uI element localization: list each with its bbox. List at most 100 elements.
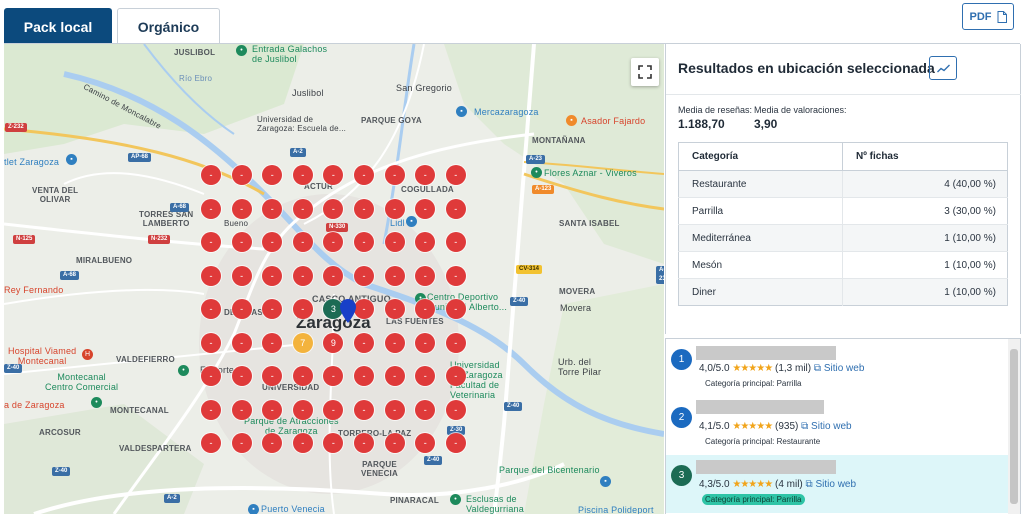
grid-rank-dot[interactable]: -	[384, 265, 405, 286]
grid-rank-dot[interactable]: -	[231, 165, 252, 185]
external-link-icon: ⧉	[801, 421, 809, 432]
fullscreen-button[interactable]	[631, 58, 659, 86]
grid-rank-dot[interactable]: -	[231, 299, 252, 319]
grid-rank-dot[interactable]: 9	[323, 332, 344, 353]
grid-rank-dot[interactable]: -	[354, 198, 374, 219]
pdf-button[interactable]: PDF	[962, 3, 1014, 30]
grid-rank-dot[interactable]: -	[262, 399, 283, 420]
grid-rank-dot[interactable]: -	[292, 198, 313, 219]
count-header: Nº fichas	[842, 142, 1008, 171]
grid-rank-dot[interactable]: -	[201, 332, 221, 353]
grid-rank-dot[interactable]: -	[231, 198, 252, 219]
grid-rank-dot[interactable]: -	[323, 198, 344, 219]
map-label-arcosur: ARCOSUR	[39, 428, 81, 437]
grid-rank-dot[interactable]: -	[354, 332, 374, 353]
map-label-asador: Asador Fajardo	[581, 116, 646, 126]
grid-rank-dot[interactable]: -	[384, 366, 405, 386]
list-item-selected[interactable]: 3 4,3/5.0 ★★★★★ (4 mil) ⧉ Sitio web Cate…	[666, 455, 1009, 513]
grid-rank-dot[interactable]: -	[445, 165, 466, 185]
grid-rank-dot[interactable]: -	[262, 265, 283, 286]
grid-rank-dot[interactable]: -	[292, 265, 313, 286]
grid-rank-dot[interactable]: -	[262, 332, 283, 353]
grid-rank-dot[interactable]: -	[201, 232, 221, 252]
grid-rank-dot[interactable]: -	[292, 165, 313, 185]
grid-rank-dot[interactable]: -	[354, 165, 374, 185]
grid-rank-dot[interactable]: -	[201, 433, 221, 453]
grid-rank-dot[interactable]: -	[201, 399, 221, 420]
rank-badge: 3	[671, 465, 692, 486]
grid-rank-dot[interactable]: -	[201, 265, 221, 286]
score: 4,0/5.0	[699, 363, 730, 374]
grid-rank-dot[interactable]: -	[201, 366, 221, 386]
category-cell: Diner	[678, 278, 843, 306]
website-link[interactable]: Sitio web	[811, 421, 852, 432]
stars-icon: ★★★★★	[732, 363, 773, 374]
grid-rank-dot[interactable]: -	[262, 198, 283, 219]
website-link[interactable]: Sitio web	[815, 479, 856, 490]
tab-pack-local[interactable]: Pack local	[4, 8, 112, 44]
ratings-label: Media de valoraciones:	[754, 105, 847, 115]
bag-icon: ▪	[600, 476, 611, 487]
grid-rank-dot[interactable]: -	[445, 299, 466, 319]
grid-rank-dot[interactable]: 7	[292, 332, 313, 353]
grid-rank-dot[interactable]: -	[445, 366, 466, 386]
grid-rank-dot[interactable]: -	[415, 332, 436, 353]
stars-icon: ★★★★★	[732, 479, 773, 490]
list-item[interactable]: 1 4,0/5.0 ★★★★★ (1,3 mil) ⧉ Sitio web Ca…	[666, 339, 1009, 397]
grid-rank-dot[interactable]: -	[292, 399, 313, 420]
list-item[interactable]: 2 4,1/5.0 ★★★★★ (935) ⧉ Sitio web Catego…	[666, 397, 1009, 455]
map-label-bueno: Bueno	[224, 219, 249, 228]
grid-rank-dot[interactable]: -	[445, 399, 466, 420]
results-list[interactable]: 1 4,0/5.0 ★★★★★ (1,3 mil) ⧉ Sitio web Ca…	[665, 338, 1021, 514]
grid-rank-dot[interactable]: -	[292, 232, 313, 252]
grid-rank-dot[interactable]: -	[231, 265, 252, 286]
grid-rank-dot[interactable]: -	[323, 265, 344, 286]
grid-rank-dot[interactable]: -	[415, 198, 436, 219]
grid-rank-dot[interactable]: -	[384, 198, 405, 219]
grid-rank-dot[interactable]: -	[384, 232, 405, 252]
grid-rank-dot[interactable]: -	[354, 433, 374, 453]
grid-rank-dot[interactable]: -	[354, 299, 374, 319]
grid-rank-dot[interactable]: -	[384, 433, 405, 453]
category-cell: Restaurante	[678, 170, 843, 198]
count-cell: 1 (10,00 %)	[842, 251, 1008, 279]
fullscreen-icon	[638, 65, 652, 79]
grid-rank-dot[interactable]: -	[231, 399, 252, 420]
grid-rank-dot[interactable]: -	[201, 198, 221, 219]
grid-rank-dot[interactable]: -	[384, 399, 405, 420]
grid-rank-dot[interactable]: -	[354, 232, 374, 252]
grid-rank-dot[interactable]: -	[201, 165, 221, 185]
grid-rank-dot[interactable]: -	[415, 265, 436, 286]
grid-rank-dot[interactable]: -	[323, 399, 344, 420]
grid-rank-dot[interactable]: -	[231, 332, 252, 353]
grid-rank-dot[interactable]: -	[231, 232, 252, 252]
grid-rank-dot[interactable]: -	[445, 198, 466, 219]
grid-rank-dot[interactable]: -	[292, 433, 313, 453]
grid-rank-dot[interactable]: -	[292, 366, 313, 386]
grid-rank-dot[interactable]: -	[354, 366, 374, 386]
grid-rank-dot[interactable]: -	[384, 332, 405, 353]
grid-rank-dot[interactable]: -	[445, 433, 466, 453]
map[interactable]: JUSLIBOL Entrada Galachos de Juslibol Ju…	[4, 44, 664, 514]
grid-rank-dot[interactable]: -	[415, 399, 436, 420]
map-label-miralbueno: MIRALBUENO	[76, 256, 133, 265]
grid-rank-dot[interactable]: -	[445, 232, 466, 252]
website-link[interactable]: Sitio web	[824, 363, 865, 374]
trend-button[interactable]	[929, 56, 957, 80]
grid-rank-dot[interactable]: -	[384, 165, 405, 185]
map-label-esclusas: Esclusas de Valdegurriana	[466, 494, 524, 514]
grid-rank-dot[interactable]: -	[445, 332, 466, 353]
grid-rank-dot[interactable]: -	[231, 366, 252, 386]
grid-rank-dot[interactable]: -	[354, 265, 374, 286]
road-tag: N-330	[326, 223, 349, 232]
grid-rank-dot[interactable]: -	[445, 265, 466, 286]
scrollbar-thumb[interactable]	[1010, 349, 1018, 504]
grid-rank-dot[interactable]: -	[384, 299, 405, 319]
grid-rank-dot[interactable]: -	[201, 299, 221, 319]
map-label-montecanal: MONTECANAL	[110, 406, 169, 415]
grid-rank-dot[interactable]: -	[354, 399, 374, 420]
location-pin-icon[interactable]	[340, 299, 356, 323]
grid-rank-dot[interactable]: -	[292, 299, 313, 319]
grid-rank-dot[interactable]: -	[231, 433, 252, 453]
tab-organico[interactable]: Orgánico	[117, 8, 220, 44]
